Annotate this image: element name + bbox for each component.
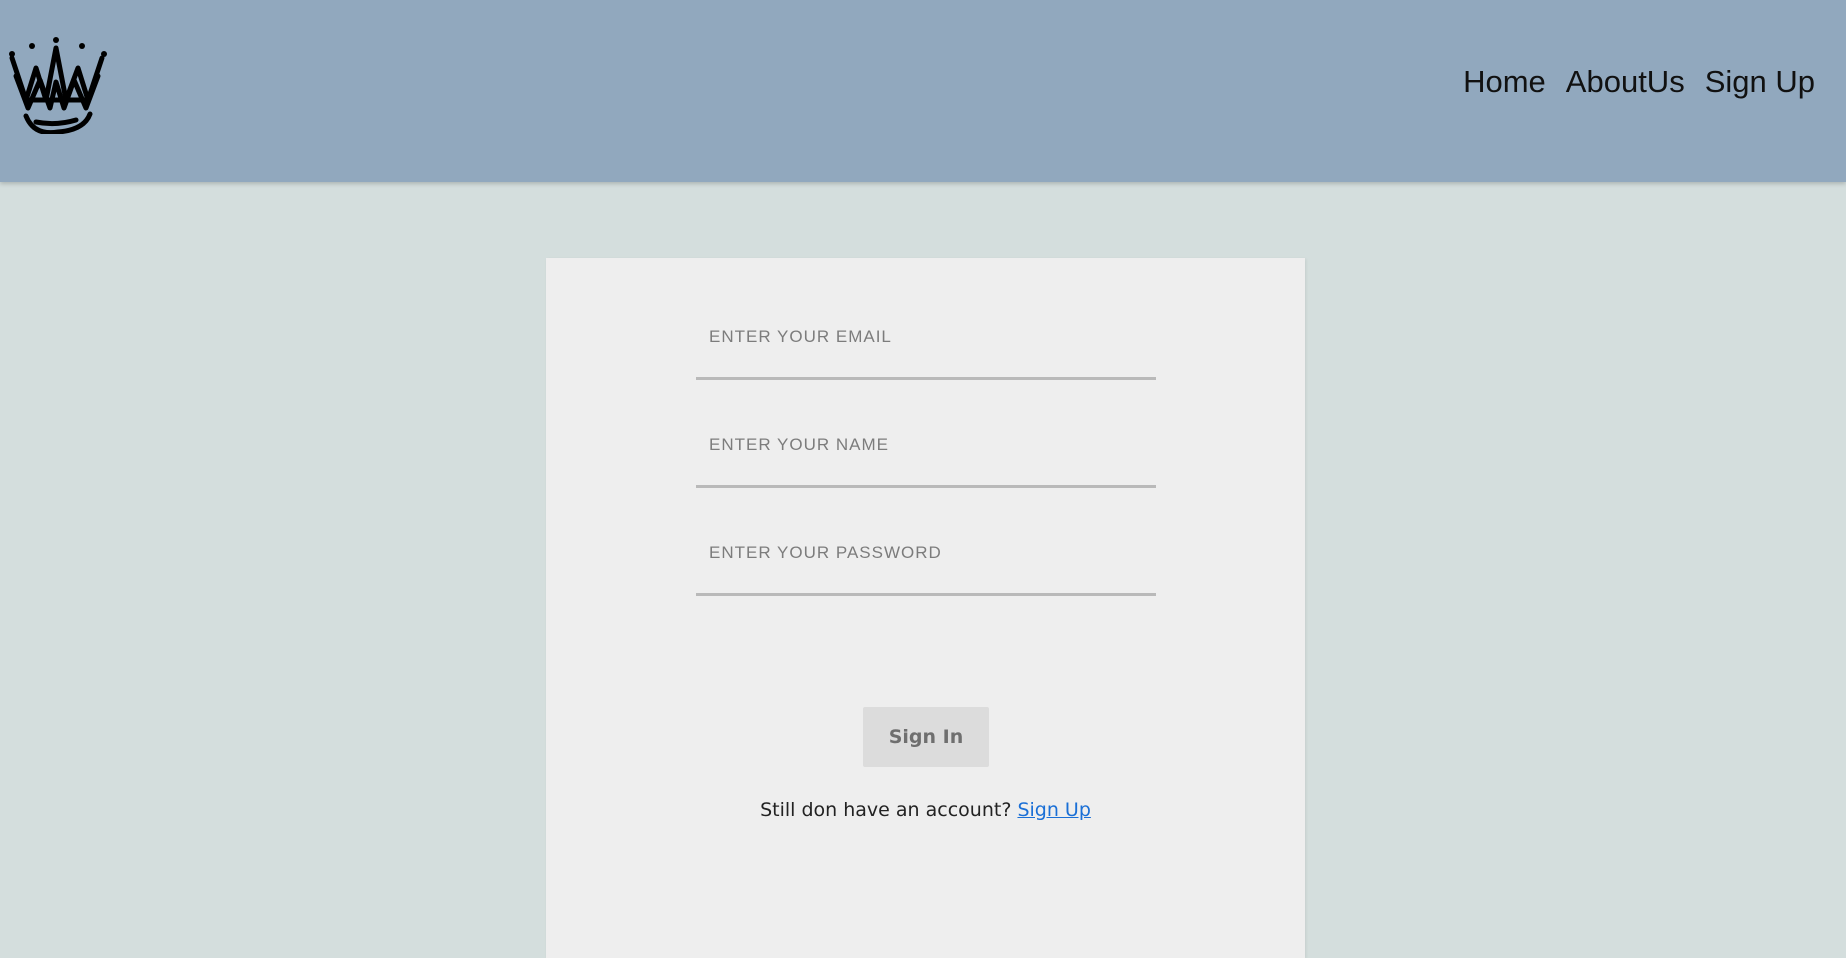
email-field[interactable] xyxy=(696,318,1156,380)
signup-prompt: Still don have an account? Sign Up xyxy=(546,799,1305,821)
nav-aboutus-link[interactable]: AboutUs xyxy=(1566,64,1685,100)
signup-link[interactable]: Sign Up xyxy=(1017,799,1090,821)
main-nav: Home AboutUs Sign Up xyxy=(1463,64,1815,100)
name-field[interactable] xyxy=(696,426,1156,488)
top-header: Home AboutUs Sign Up xyxy=(0,0,1846,182)
nav-signup-link[interactable]: Sign Up xyxy=(1705,64,1815,100)
signup-prompt-text: Still don have an account? xyxy=(760,799,1018,821)
sign-in-button[interactable]: Sign In xyxy=(863,707,989,767)
nav-home-link[interactable]: Home xyxy=(1463,64,1546,100)
password-field[interactable] xyxy=(696,534,1156,596)
signin-card: Sign In Still don have an account? Sign … xyxy=(546,258,1305,958)
crown-icon[interactable] xyxy=(6,36,110,134)
